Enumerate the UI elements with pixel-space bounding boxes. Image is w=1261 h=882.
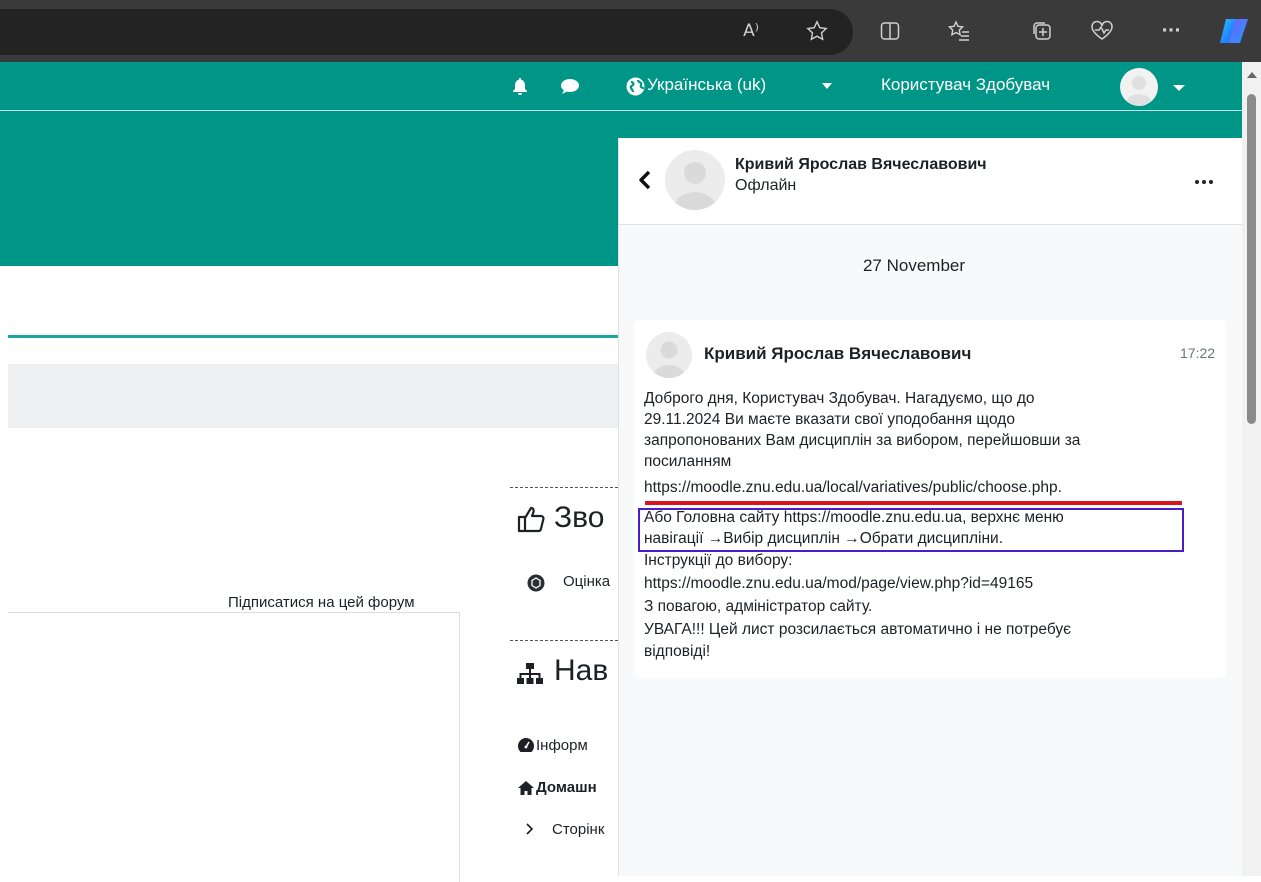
copilot-icon[interactable] — [1218, 15, 1254, 47]
message-line: відповіді! — [644, 643, 711, 660]
nav-link-dashboard[interactable]: Інформ — [536, 737, 588, 754]
back-arrow-icon[interactable] — [637, 170, 653, 190]
date-separator: 27 November — [862, 256, 966, 275]
chevron-down-icon — [822, 83, 832, 89]
split-screen-icon[interactable] — [876, 17, 904, 45]
messages-chat-icon[interactable] — [560, 78, 580, 100]
message-timestamp: 17:22 — [1180, 345, 1216, 361]
user-menu-caret-icon[interactable] — [1173, 85, 1185, 91]
block-divider — [510, 487, 618, 488]
forum-content-area — [8, 612, 460, 882]
subscribe-forum-link[interactable]: Підписатися на цей форум — [228, 594, 415, 611]
browser-essentials-icon[interactable] — [1088, 17, 1116, 45]
message-line: З повагою, адміністратор сайту. — [644, 598, 873, 615]
sitemap-icon — [516, 662, 544, 691]
page-scrollbar[interactable] — [1242, 62, 1261, 876]
grade-icon — [527, 574, 545, 597]
scroll-up-arrow-icon[interactable] — [1247, 72, 1257, 78]
favorite-star-icon[interactable] — [803, 17, 831, 45]
annotation-underline — [645, 501, 1182, 505]
message-link[interactable]: https://moodle.znu.edu.ua/local/variativ… — [644, 479, 1062, 497]
message-line: запропонованих Вам дисциплін за вибором,… — [644, 432, 1081, 449]
conversation-header: Кривий Ярослав Вячеславович Офлайн — [619, 138, 1242, 225]
block-title-feedback: Зво — [554, 501, 605, 534]
message-card: Кривий Ярослав Вячеславович 17:22 Доброг… — [634, 320, 1226, 678]
collections-icon[interactable] — [1028, 17, 1056, 45]
favorites-icon[interactable] — [945, 17, 973, 45]
browser-toolbar: A⁾ ··· — [0, 0, 1261, 62]
scrollbar-thumb[interactable] — [1247, 94, 1256, 424]
contact-avatar[interactable] — [665, 150, 725, 210]
message-author: Кривий Ярослав Вячеславович — [704, 344, 972, 363]
notifications-bell-icon[interactable] — [512, 77, 528, 100]
avatar[interactable] — [1120, 68, 1158, 106]
contact-name[interactable]: Кривий Ярослав Вячеславович — [735, 156, 987, 174]
dashboard-icon — [517, 737, 535, 758]
message-author-avatar — [646, 332, 692, 378]
globe-icon — [626, 77, 645, 101]
chevron-right-icon[interactable] — [525, 822, 535, 841]
message-line: Інструкції до вибору: — [644, 552, 793, 569]
breadcrumb-bar — [8, 364, 628, 428]
message-line: посиланням — [644, 453, 732, 470]
user-menu-name[interactable]: Користувач Здобувач — [881, 75, 1050, 95]
home-icon — [517, 780, 535, 801]
address-bar[interactable] — [0, 9, 853, 55]
contact-status: Офлайн — [735, 177, 797, 194]
message-line: УВАГА!!! Цей лист розсилається автоматич… — [644, 621, 1072, 638]
block-divider — [510, 640, 618, 641]
message-line: 29.11.2024 Ви маєте вказати свої уподоба… — [644, 411, 1015, 428]
annotation-highlight-box — [638, 508, 1184, 552]
conversation-actions-icon[interactable] — [1193, 174, 1215, 184]
divider — [8, 335, 628, 338]
block-title-navigation: Нав — [554, 654, 609, 687]
message-line: Доброго дня, Користувач Здобувач. Нагаду… — [644, 390, 1035, 407]
nav-link-home[interactable]: Домашн — [536, 779, 597, 796]
nav-link-site-pages[interactable]: Сторінк — [552, 821, 604, 838]
message-link[interactable]: https://moodle.znu.edu.ua/mod/page/view.… — [644, 575, 1033, 593]
more-icon[interactable]: ··· — [1157, 17, 1185, 45]
site-navbar: Українська (uk) Користувач Здобувач — [0, 62, 1242, 111]
block-link-grades[interactable]: Оцінка — [563, 573, 610, 590]
language-menu[interactable]: Українська (uk) — [647, 75, 766, 95]
read-aloud-icon[interactable]: A⁾ — [737, 17, 765, 45]
thumbs-up-icon — [516, 505, 546, 538]
message-drawer: Кривий Ярослав Вячеславович Офлайн 27 No… — [618, 138, 1242, 876]
